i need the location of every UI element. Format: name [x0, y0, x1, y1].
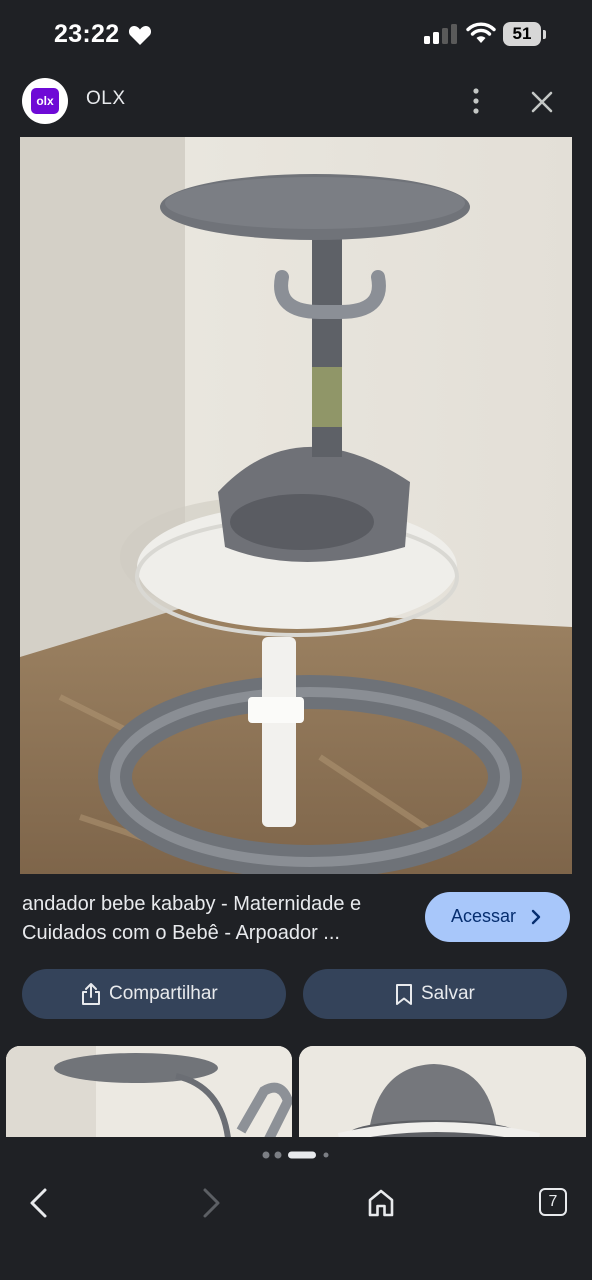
visit-button[interactable]: Acessar [425, 892, 570, 942]
related-image-thumbnail[interactable] [6, 1046, 292, 1138]
status-time: 23:22 [54, 20, 120, 48]
site-name[interactable]: OLX [86, 88, 126, 110]
result-image[interactable] [20, 137, 572, 874]
viewer-header: olx OLX [0, 72, 592, 132]
walker-seat-thumbnail-photo [299, 1046, 586, 1138]
battery-icon: 51 [503, 22, 541, 46]
battery-tip [543, 30, 546, 39]
home-icon[interactable] [366, 1187, 396, 1219]
bookmark-icon [396, 984, 412, 1005]
tabs-count-button[interactable]: 7 [539, 1188, 567, 1216]
result-caption[interactable]: andador bebe kababy - Maternidade e Cuid… [22, 890, 412, 948]
walker-thumbnail-photo [6, 1046, 292, 1138]
image-pager-indicator [262, 1151, 329, 1159]
status-bar: 23:22 51 [0, 0, 592, 70]
close-icon[interactable] [528, 88, 556, 116]
olx-logo-mark: olx [31, 88, 59, 114]
forward-arrow-icon[interactable] [198, 1187, 224, 1219]
share-icon [82, 983, 100, 1005]
save-button[interactable]: Salvar [303, 969, 567, 1019]
visit-button-label: Acessar [451, 906, 517, 926]
save-label: Salvar [421, 983, 475, 1004]
heart-icon [128, 26, 152, 45]
share-label: Compartilhar [109, 983, 218, 1004]
site-logo[interactable]: olx [22, 78, 68, 124]
more-options-icon[interactable] [462, 86, 490, 116]
baby-walker-photo [20, 137, 572, 874]
share-button[interactable]: Compartilhar [22, 969, 286, 1019]
wifi-icon [466, 22, 496, 43]
back-arrow-icon[interactable] [26, 1187, 52, 1219]
related-image-thumbnail[interactable] [299, 1046, 586, 1138]
cellular-signal-icon [424, 24, 457, 44]
chevron-right-icon [531, 909, 541, 925]
